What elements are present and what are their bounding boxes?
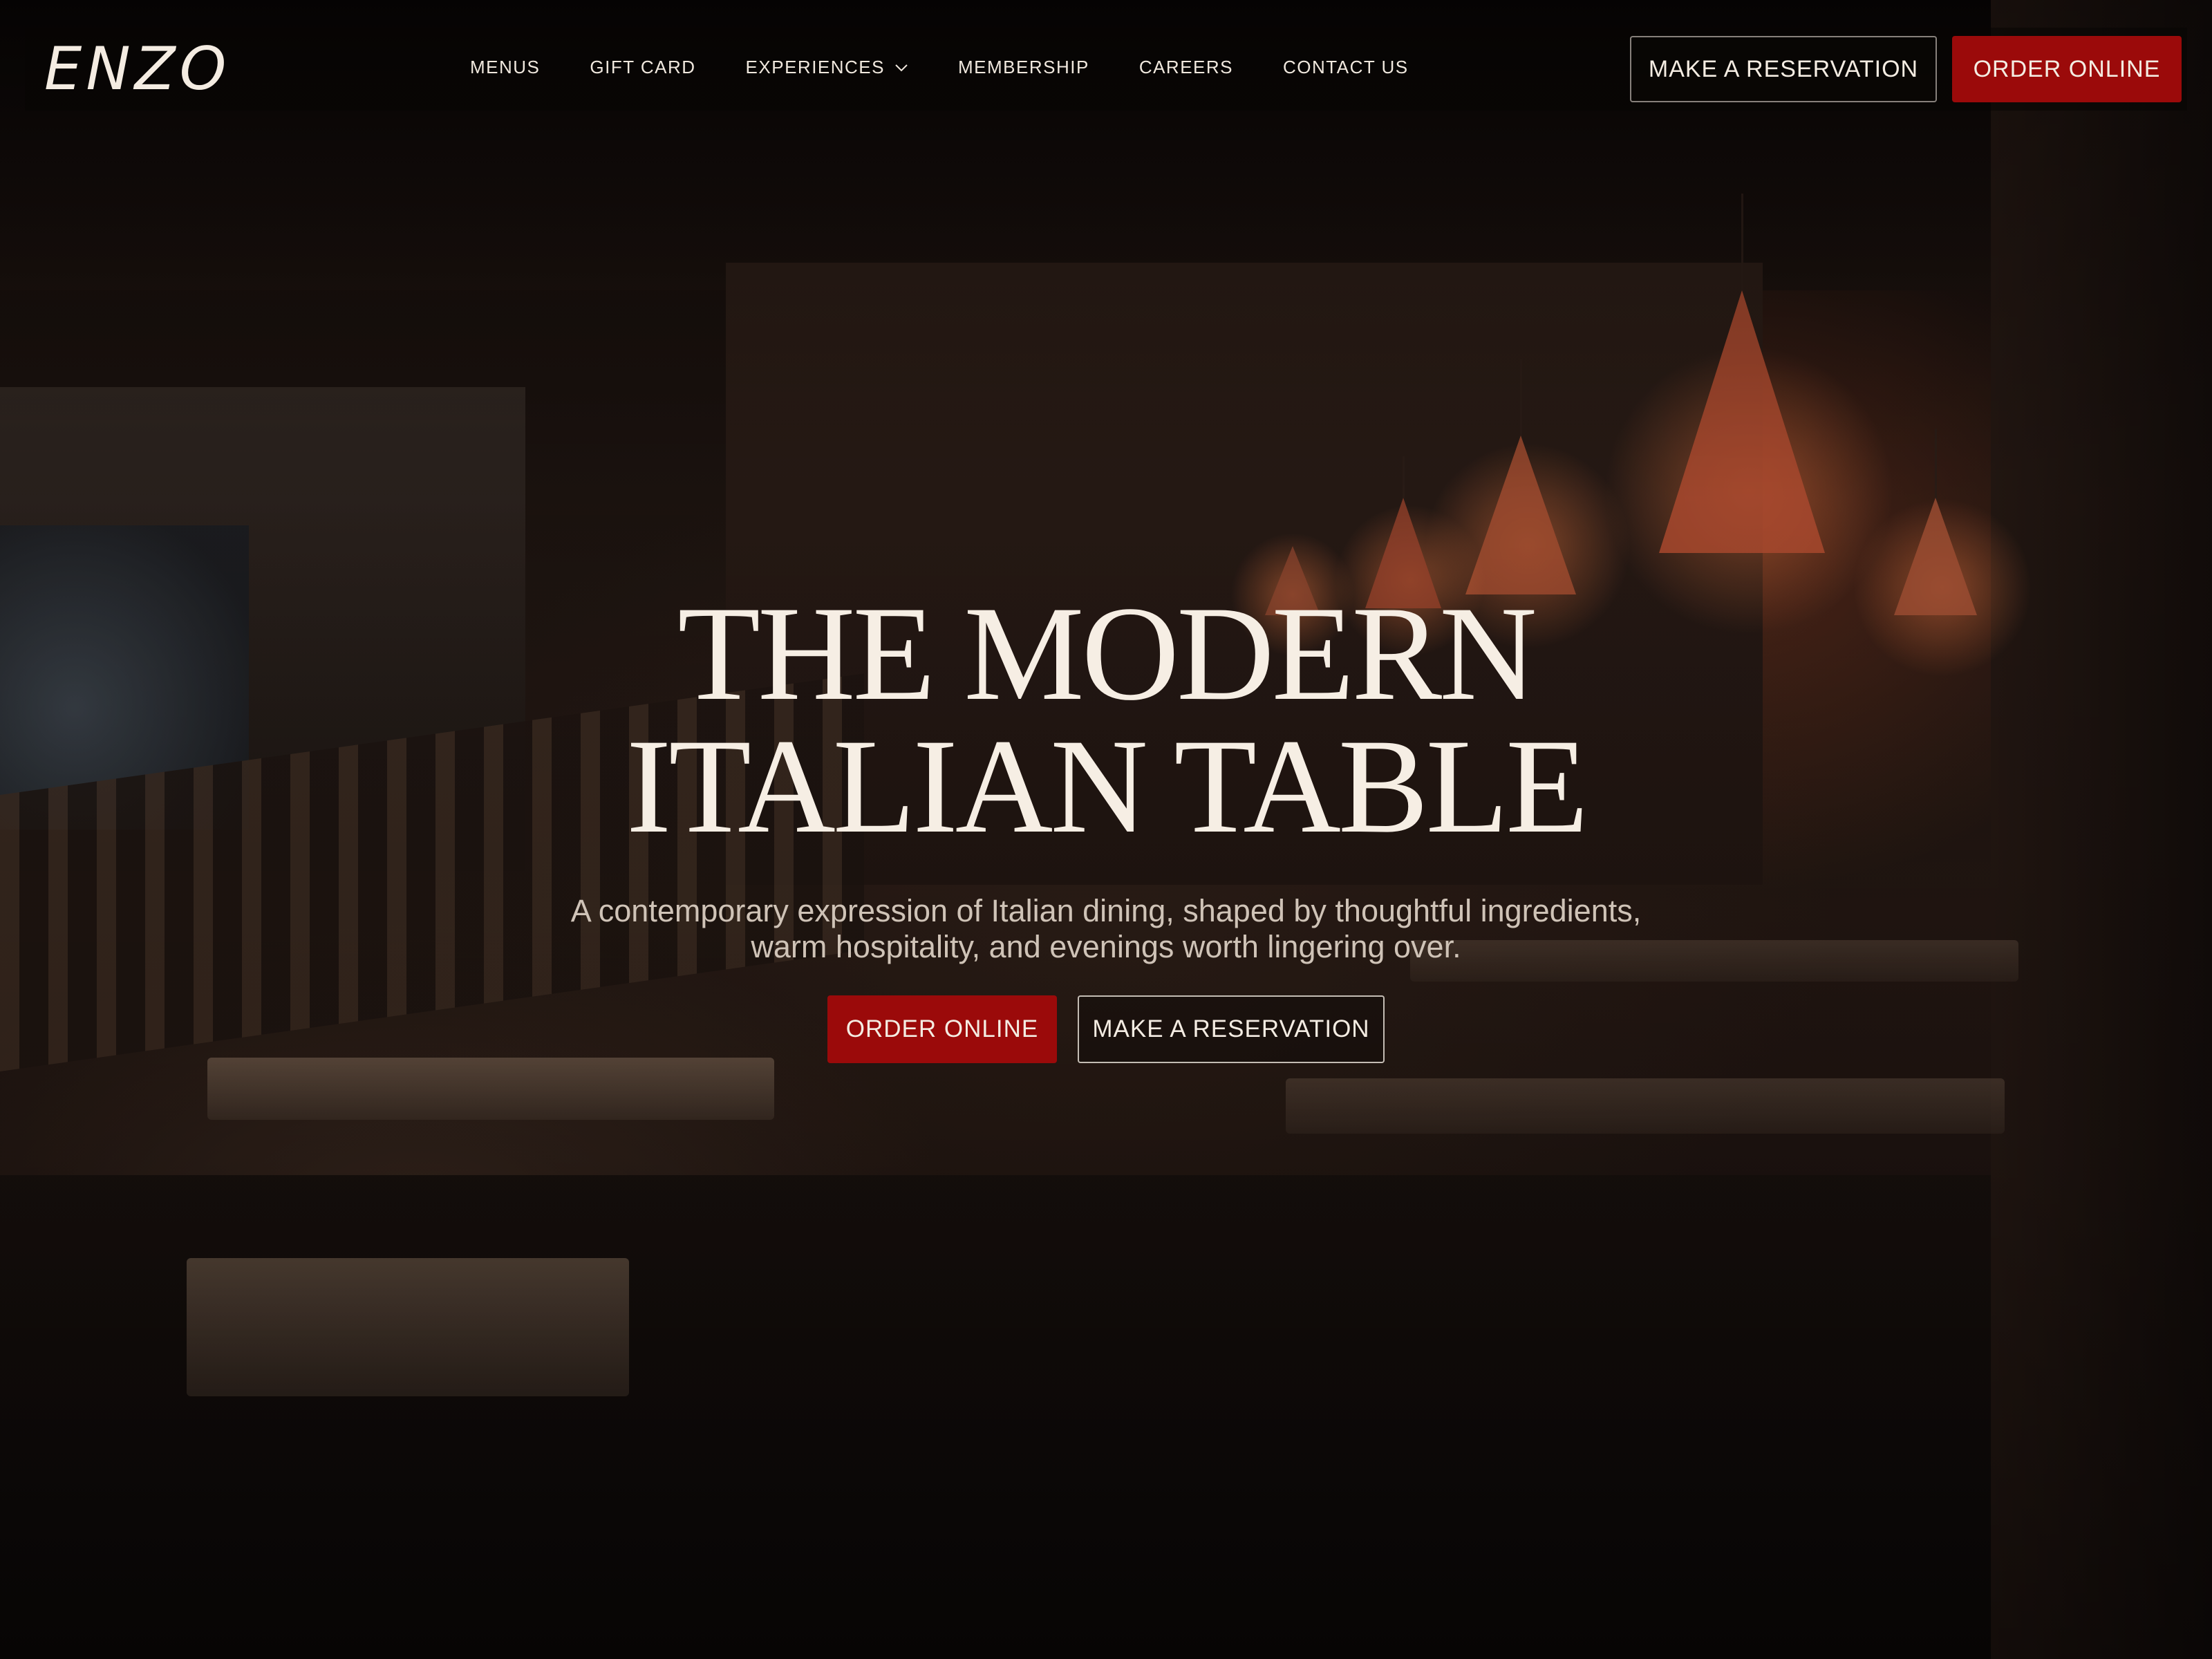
hero-order-online-button[interactable]: ORDER ONLINE — [827, 995, 1057, 1063]
nav-link-contact-us[interactable]: CONTACT US — [1283, 57, 1409, 78]
nav-link-careers[interactable]: CAREERS — [1139, 57, 1233, 78]
hero-subtitle-line: A contemporary expression of Italian din… — [570, 893, 1642, 928]
nav-link-label: MENUS — [470, 57, 541, 77]
nav-link-label: MEMBERSHIP — [958, 57, 1089, 77]
nav-link-label: GIFT CARD — [590, 57, 696, 77]
hero-subtitle-line: warm hospitality, and evenings worth lin… — [751, 929, 1461, 964]
nav-link-label: CAREERS — [1138, 57, 1234, 77]
top-navigation: ENZO MENUS GIFT CARD EXPERIENCES MEMBERS… — [25, 28, 2187, 111]
hero-subtitle: A contemporary expression of Italian din… — [0, 893, 2212, 965]
nav-links: MENUS GIFT CARD EXPERIENCES MEMBERSHIP C… — [470, 57, 1459, 78]
hero-headline-line: THE MODERN — [677, 579, 1537, 729]
hero-make-reservation-button[interactable]: MAKE A RESERVATION — [1078, 995, 1385, 1063]
nav-link-experiences[interactable]: EXPERIENCES — [746, 57, 908, 78]
nav-make-reservation-button[interactable]: MAKE A RESERVATION — [1630, 36, 1937, 102]
hero-actions: ORDER ONLINE MAKE A RESERVATION — [0, 995, 2212, 1063]
brand-logo[interactable]: ENZO — [44, 39, 230, 99]
nav-link-membership[interactable]: MEMBERSHIP — [958, 57, 1089, 78]
nav-link-label: CONTACT US — [1283, 57, 1409, 77]
nav-link-menus[interactable]: MENUS — [470, 57, 540, 78]
nav-link-label: EXPERIENCES — [745, 57, 885, 77]
hero-headline: THE MODERN ITALIAN TABLE — [0, 579, 2212, 861]
nav-order-online-button[interactable]: ORDER ONLINE — [1952, 36, 2182, 102]
nav-link-gift-card[interactable]: GIFT CARD — [590, 57, 695, 78]
hero-headline-line: ITALIAN TABLE — [626, 711, 1588, 861]
hero-content: THE MODERN ITALIAN TABLE A contemporary … — [0, 579, 2212, 965]
chevron-down-icon — [895, 64, 908, 71]
